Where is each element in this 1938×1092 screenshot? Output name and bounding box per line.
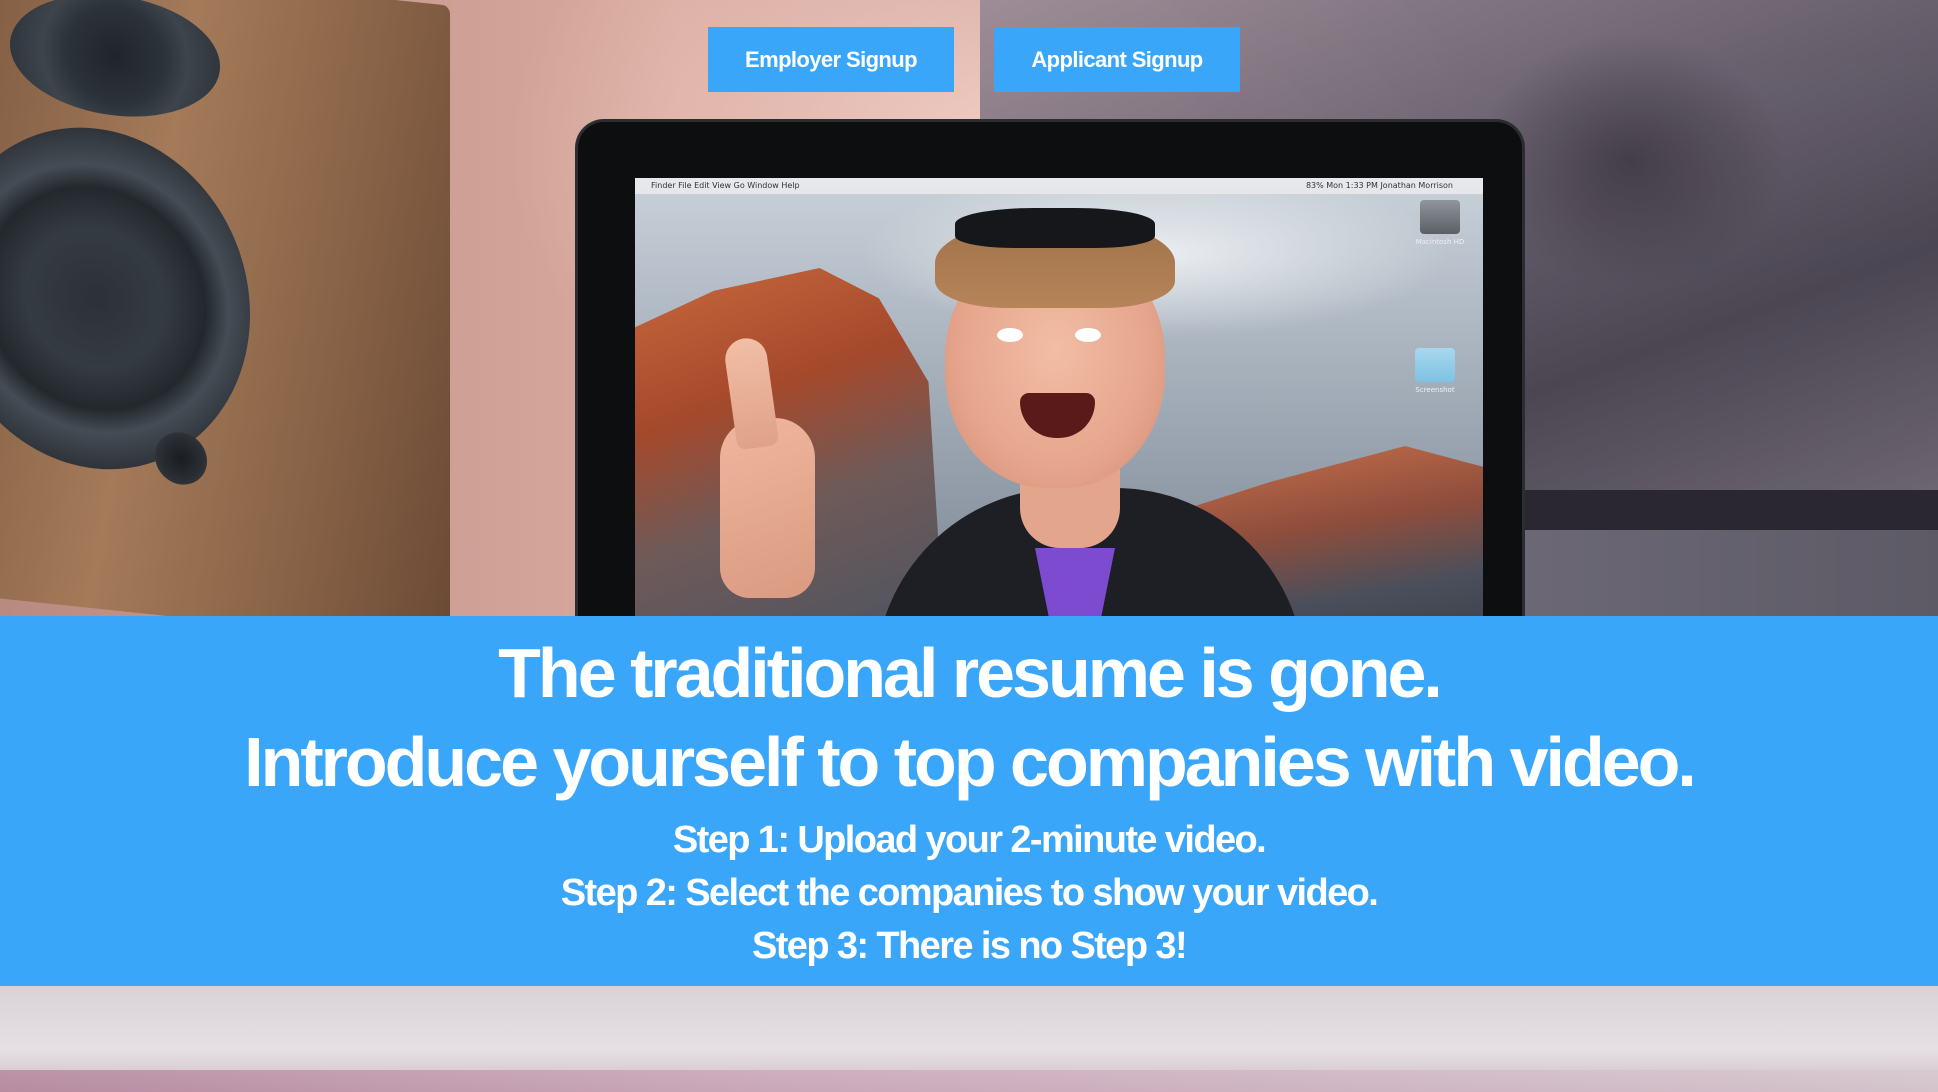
speaker-port [155, 429, 207, 488]
laptop-screen: Finder File Edit View Go Window Help 83%… [635, 178, 1483, 618]
employer-signup-button[interactable]: Employer Signup [708, 27, 954, 92]
step-2-text: Step 2: Select the companies to show you… [560, 872, 1379, 914]
mac-menubar: Finder File Edit View Go Window Help 83%… [635, 178, 1483, 194]
desk-edge [0, 1070, 1938, 1092]
background-monitor [1515, 490, 1938, 530]
applicant-signup-button[interactable]: Applicant Signup [994, 27, 1240, 92]
mac-menubar-right: 83% Mon 1:33 PM Jonathan Morrison [1305, 181, 1453, 190]
step-1-text: Step 1: Upload your 2-minute video. [672, 819, 1267, 861]
mac-menubar-left: Finder File Edit View Go Window Help [651, 181, 800, 190]
speaker-tweeter [10, 0, 220, 127]
hero-headline-line2: Introduce yourself to top companies with… [244, 723, 1697, 801]
hard-drive-label: Macintosh HD [1415, 238, 1465, 246]
person-eye-right [1075, 328, 1101, 342]
hero-banner: The traditional resume is gone. Introduc… [0, 616, 1938, 986]
hero-headline-line1: The traditional resume is gone. [498, 634, 1443, 712]
sunglasses [955, 208, 1155, 248]
person-shirt [1035, 548, 1115, 618]
speaker-cabinet [0, 0, 450, 646]
person-eye-left [997, 328, 1023, 342]
landing-page: Finder File Edit View Go Window Help 83%… [0, 0, 1938, 1092]
folder-icon [1415, 348, 1455, 382]
folder-label: Screenshot [1415, 386, 1455, 394]
step-3-text: Step 3: There is no Step 3! [751, 925, 1188, 967]
hard-drive-icon [1420, 200, 1460, 234]
speaker-woofer [0, 112, 250, 485]
